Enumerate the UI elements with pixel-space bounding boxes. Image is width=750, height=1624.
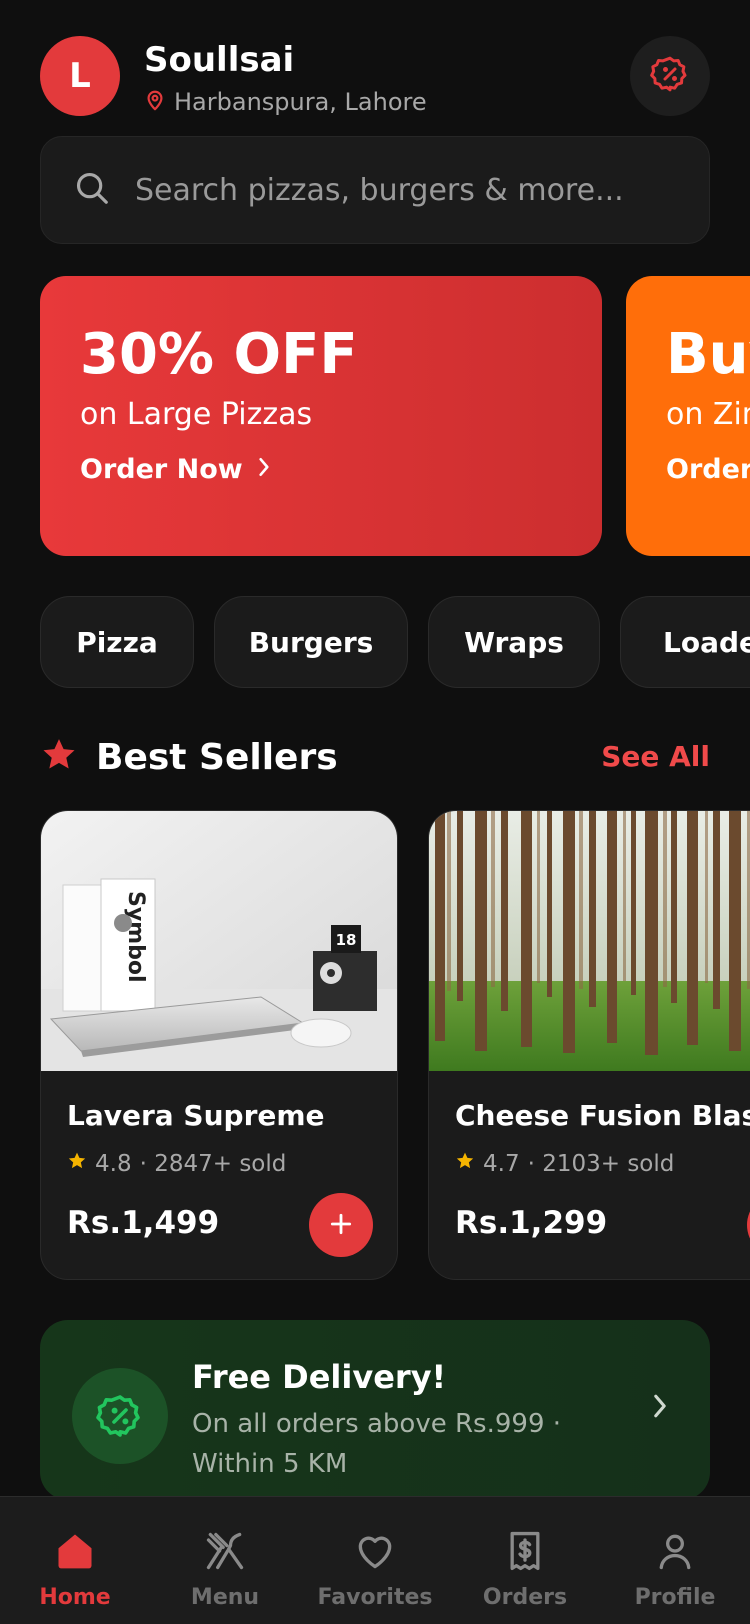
product-price: Rs.1,299 <box>455 1205 608 1241</box>
discount-button[interactable] <box>630 36 710 116</box>
nav-label: Home <box>39 1585 111 1610</box>
search-icon <box>73 169 111 211</box>
product-card[interactable]: Cheese Fusion Blast 4.7 · 2103+ sold Rs.… <box>428 810 750 1280</box>
banner-cta-label: Order Now <box>80 453 243 485</box>
home-icon <box>51 1527 99 1575</box>
rating-star-icon <box>455 1151 475 1177</box>
banner-title: Buy <box>666 322 750 387</box>
banner-cta-label: Order <box>666 453 750 485</box>
heart-icon <box>351 1527 399 1575</box>
product-rating: 4.8 <box>95 1151 132 1177</box>
banner-subtitle: on Zin <box>666 396 750 432</box>
app-screen: L Soullsai Harbanspura, Lahore Search pi… <box>0 0 750 1624</box>
location-text: Harbanspura, Lahore <box>174 88 427 116</box>
product-price: Rs.1,499 <box>67 1205 220 1241</box>
delivery-discount-icon <box>72 1368 168 1464</box>
product-meta: 4.8 · 2847+ sold <box>67 1151 286 1177</box>
product-name: Lavera Supreme <box>67 1099 325 1132</box>
best-sellers-header: Best Sellers See All <box>40 730 710 784</box>
free-delivery-banner[interactable]: Free Delivery! On all orders above Rs.99… <box>40 1320 710 1500</box>
nav-item-profile[interactable]: Profile <box>600 1497 750 1624</box>
receipt-icon <box>501 1527 549 1575</box>
order-now-button[interactable]: Order Now <box>80 454 562 485</box>
nav-item-menu[interactable]: Menu <box>150 1497 300 1624</box>
product-image <box>429 811 750 1071</box>
utensils-icon <box>201 1527 249 1575</box>
product-card[interactable]: Symbol 18 Lavera Supreme 4.8 · 2847+ sol… <box>40 810 398 1280</box>
add-to-cart-button[interactable] <box>309 1193 373 1257</box>
category-chip-burgers[interactable]: Burgers <box>214 596 408 688</box>
promo-banner-zinger[interactable]: Buy on Zin Order <box>626 276 750 556</box>
chevron-right-icon <box>255 454 273 485</box>
banner-title: 30% OFF <box>80 322 358 387</box>
rating-star-icon <box>67 1151 87 1177</box>
category-chip-pizza[interactable]: Pizza <box>40 596 194 688</box>
nav-item-orders[interactable]: Orders <box>450 1497 600 1624</box>
nav-label: Menu <box>190 1585 260 1610</box>
nav-label: Profile <box>634 1585 716 1610</box>
product-rating: 4.7 <box>483 1151 520 1177</box>
svg-text:18: 18 <box>336 931 357 949</box>
section-title: Best Sellers <box>96 736 338 778</box>
product-name: Cheese Fusion Blast <box>455 1099 750 1132</box>
star-icon <box>40 736 78 778</box>
nav-label: Favorites <box>317 1585 433 1610</box>
location[interactable]: Harbanspura, Lahore <box>144 88 427 116</box>
plus-icon <box>328 1205 354 1246</box>
nav-item-home[interactable]: Home <box>0 1497 150 1624</box>
delivery-title: Free Delivery! <box>192 1358 447 1396</box>
search-bar[interactable] <box>40 136 710 244</box>
promo-banner-pizza[interactable]: 30% OFF on Large Pizzas Order Now <box>40 276 602 556</box>
nav-item-favorites[interactable]: Favorites <box>300 1497 450 1624</box>
search-input[interactable] <box>135 172 675 208</box>
chevron-right-icon <box>650 1392 670 1424</box>
product-meta: 4.7 · 2103+ sold <box>455 1151 674 1177</box>
product-image: Symbol 18 <box>41 811 397 1071</box>
category-chip-loaded[interactable]: Loaded <box>620 596 750 688</box>
product-sold: · 2847+ sold <box>139 1151 287 1177</box>
svg-text:Symbol: Symbol <box>123 891 148 983</box>
user-name: Soullsai <box>144 40 295 80</box>
avatar[interactable]: L <box>40 36 120 116</box>
see-all-link[interactable]: See All <box>601 740 710 773</box>
bottom-nav: Home Menu Favorites Orders Profile <box>0 1496 750 1624</box>
banner-subtitle: on Large Pizzas <box>80 396 313 432</box>
discount-badge-icon <box>650 54 690 98</box>
delivery-subtitle: On all orders above Rs.999 · Within 5 KM <box>192 1409 562 1479</box>
category-chip-wraps[interactable]: Wraps <box>428 596 600 688</box>
product-sold: · 2103+ sold <box>527 1151 675 1177</box>
nav-label: Orders <box>482 1585 568 1610</box>
location-pin-icon <box>144 88 166 116</box>
user-icon <box>651 1527 699 1575</box>
header: L Soullsai Harbanspura, Lahore <box>40 36 710 116</box>
order-button[interactable]: Order <box>666 454 750 485</box>
